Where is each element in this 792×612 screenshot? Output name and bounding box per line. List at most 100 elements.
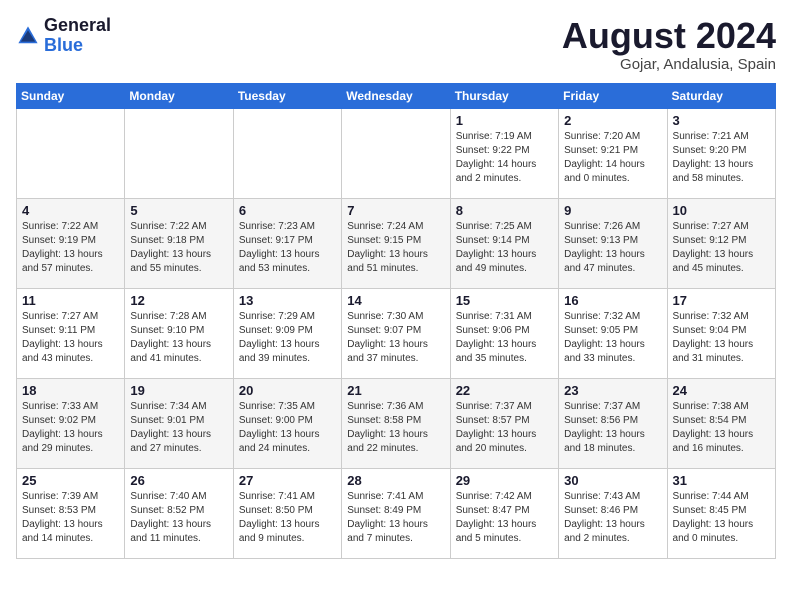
day-info: Sunrise: 7:37 AM Sunset: 8:57 PM Dayligh… bbox=[456, 400, 553, 456]
calendar-cell: 3Sunrise: 7:21 AM Sunset: 9:20 PM Daylig… bbox=[667, 108, 775, 198]
calendar-cell bbox=[125, 108, 233, 198]
day-number: 28 bbox=[347, 473, 444, 488]
calendar-cell: 18 Sunrise: 7:33 AM Sunset: 9:02 PM Dayli… bbox=[17, 378, 125, 468]
day-number: 6 bbox=[239, 203, 336, 218]
calendar-week-row: 11Sunrise: 7:27 AM Sunset: 9:11 PM Dayli… bbox=[17, 288, 776, 378]
calendar-cell: 28 Sunrise: 7:41 AM Sunset: 8:49 PM Dayli… bbox=[342, 468, 450, 558]
day-number: 19 bbox=[130, 383, 227, 398]
day-number: 25 bbox=[22, 473, 119, 488]
day-info: Sunrise: 7:33 AM Sunset: 9:02 PM Dayligh… bbox=[22, 400, 119, 456]
day-info: Sunrise: 7:23 AM Sunset: 9:17 PM Dayligh… bbox=[239, 220, 336, 276]
day-info: Sunrise: 7:22 AM Sunset: 9:19 PM Dayligh… bbox=[22, 220, 119, 276]
calendar-cell: 27Sunrise: 7:41 AM Sunset: 8:50 PM Dayli… bbox=[233, 468, 341, 558]
day-number: 16 bbox=[564, 293, 661, 308]
logo-text: General Blue bbox=[44, 16, 111, 56]
day-info: Sunrise: 7:37 AM Sunset: 8:56 PM Dayligh… bbox=[564, 400, 661, 456]
day-number: 18 bbox=[22, 383, 119, 398]
calendar-cell: 25 Sunrise: 7:39 AM Sunset: 8:53 PM Dayli… bbox=[17, 468, 125, 558]
weekday-header: Wednesday bbox=[342, 83, 450, 108]
day-number: 9 bbox=[564, 203, 661, 218]
day-info: Sunrise: 7:40 AM Sunset: 8:52 PM Dayligh… bbox=[130, 490, 227, 546]
calendar-cell: 29Sunrise: 7:42 AM Sunset: 8:47 PM Dayli… bbox=[450, 468, 558, 558]
weekday-header: Monday bbox=[125, 83, 233, 108]
weekday-header: Tuesday bbox=[233, 83, 341, 108]
page-header: General Blue August 2024 Gojar, Andalusi… bbox=[16, 16, 776, 73]
calendar-cell: 31Sunrise: 7:44 AM Sunset: 8:45 PM Dayli… bbox=[667, 468, 775, 558]
day-number: 20 bbox=[239, 383, 336, 398]
month-title: August 2024 bbox=[562, 16, 776, 56]
day-number: 21 bbox=[347, 383, 444, 398]
calendar-cell: 8Sunrise: 7:25 AM Sunset: 9:14 PM Daylig… bbox=[450, 198, 558, 288]
calendar-cell bbox=[233, 108, 341, 198]
day-info: Sunrise: 7:20 AM Sunset: 9:21 PM Dayligh… bbox=[564, 130, 661, 186]
day-info: Sunrise: 7:24 AM Sunset: 9:15 PM Dayligh… bbox=[347, 220, 444, 276]
calendar-week-row: 4 Sunrise: 7:22 AM Sunset: 9:19 PM Daylig… bbox=[17, 198, 776, 288]
calendar-week-row: 25 Sunrise: 7:39 AM Sunset: 8:53 PM Dayli… bbox=[17, 468, 776, 558]
day-number: 4 bbox=[22, 203, 119, 218]
location: Gojar, Andalusia, Spain bbox=[562, 56, 776, 73]
calendar-cell: 19 Sunrise: 7:34 AM Sunset: 9:01 PM Dayli… bbox=[125, 378, 233, 468]
day-number: 13 bbox=[239, 293, 336, 308]
calendar-cell: 16Sunrise: 7:32 AM Sunset: 9:05 PM Dayli… bbox=[559, 288, 667, 378]
day-info: Sunrise: 7:27 AM Sunset: 9:12 PM Dayligh… bbox=[673, 220, 770, 276]
day-number: 30 bbox=[564, 473, 661, 488]
day-number: 22 bbox=[456, 383, 553, 398]
day-number: 24 bbox=[673, 383, 770, 398]
day-info: Sunrise: 7:39 AM Sunset: 8:53 PM Dayligh… bbox=[22, 490, 119, 546]
day-info: Sunrise: 7:38 AM Sunset: 8:54 PM Dayligh… bbox=[673, 400, 770, 456]
day-number: 8 bbox=[456, 203, 553, 218]
day-number: 29 bbox=[456, 473, 553, 488]
logo-general: General bbox=[44, 16, 111, 36]
calendar-cell: 12 Sunrise: 7:28 AM Sunset: 9:10 PM Dayli… bbox=[125, 288, 233, 378]
calendar-cell: 30Sunrise: 7:43 AM Sunset: 8:46 PM Dayli… bbox=[559, 468, 667, 558]
day-number: 26 bbox=[130, 473, 227, 488]
calendar-cell: 10 Sunrise: 7:27 AM Sunset: 9:12 PM Dayli… bbox=[667, 198, 775, 288]
day-info: Sunrise: 7:44 AM Sunset: 8:45 PM Dayligh… bbox=[673, 490, 770, 546]
weekday-header: Sunday bbox=[17, 83, 125, 108]
day-info: Sunrise: 7:34 AM Sunset: 9:01 PM Dayligh… bbox=[130, 400, 227, 456]
day-number: 10 bbox=[673, 203, 770, 218]
day-number: 2 bbox=[564, 113, 661, 128]
logo-icon bbox=[16, 24, 40, 48]
day-info: Sunrise: 7:31 AM Sunset: 9:06 PM Dayligh… bbox=[456, 310, 553, 366]
day-info: Sunrise: 7:30 AM Sunset: 9:07 PM Dayligh… bbox=[347, 310, 444, 366]
calendar-cell: 20Sunrise: 7:35 AM Sunset: 9:00 PM Dayli… bbox=[233, 378, 341, 468]
calendar-cell: 11Sunrise: 7:27 AM Sunset: 9:11 PM Dayli… bbox=[17, 288, 125, 378]
calendar-cell: 14 Sunrise: 7:30 AM Sunset: 9:07 PM Dayli… bbox=[342, 288, 450, 378]
day-info: Sunrise: 7:26 AM Sunset: 9:13 PM Dayligh… bbox=[564, 220, 661, 276]
calendar-cell: 6 Sunrise: 7:23 AM Sunset: 9:17 PM Daylig… bbox=[233, 198, 341, 288]
day-number: 1 bbox=[456, 113, 553, 128]
calendar-table: SundayMondayTuesdayWednesdayThursdayFrid… bbox=[16, 83, 776, 559]
weekday-header: Saturday bbox=[667, 83, 775, 108]
calendar-cell: 9 Sunrise: 7:26 AM Sunset: 9:13 PM Daylig… bbox=[559, 198, 667, 288]
calendar-cell: 2 Sunrise: 7:20 AM Sunset: 9:21 PM Daylig… bbox=[559, 108, 667, 198]
calendar-cell: 21Sunrise: 7:36 AM Sunset: 8:58 PM Dayli… bbox=[342, 378, 450, 468]
weekday-header: Thursday bbox=[450, 83, 558, 108]
weekday-header: Friday bbox=[559, 83, 667, 108]
calendar-week-row: 18 Sunrise: 7:33 AM Sunset: 9:02 PM Dayli… bbox=[17, 378, 776, 468]
calendar-header: SundayMondayTuesdayWednesdayThursdayFrid… bbox=[17, 83, 776, 108]
day-number: 7 bbox=[347, 203, 444, 218]
calendar-cell: 22 Sunrise: 7:37 AM Sunset: 8:57 PM Dayli… bbox=[450, 378, 558, 468]
day-number: 5 bbox=[130, 203, 227, 218]
day-number: 12 bbox=[130, 293, 227, 308]
calendar-week-row: 1 Sunrise: 7:19 AM Sunset: 9:22 PM Daylig… bbox=[17, 108, 776, 198]
day-info: Sunrise: 7:41 AM Sunset: 8:49 PM Dayligh… bbox=[347, 490, 444, 546]
calendar-cell: 1 Sunrise: 7:19 AM Sunset: 9:22 PM Daylig… bbox=[450, 108, 558, 198]
day-info: Sunrise: 7:28 AM Sunset: 9:10 PM Dayligh… bbox=[130, 310, 227, 366]
day-info: Sunrise: 7:21 AM Sunset: 9:20 PM Dayligh… bbox=[673, 130, 770, 186]
day-number: 23 bbox=[564, 383, 661, 398]
calendar-cell: 15Sunrise: 7:31 AM Sunset: 9:06 PM Dayli… bbox=[450, 288, 558, 378]
calendar-cell: 5Sunrise: 7:22 AM Sunset: 9:18 PM Daylig… bbox=[125, 198, 233, 288]
calendar-cell: 24 Sunrise: 7:38 AM Sunset: 8:54 PM Dayli… bbox=[667, 378, 775, 468]
day-info: Sunrise: 7:27 AM Sunset: 9:11 PM Dayligh… bbox=[22, 310, 119, 366]
calendar-cell bbox=[342, 108, 450, 198]
day-number: 17 bbox=[673, 293, 770, 308]
calendar-cell: 4 Sunrise: 7:22 AM Sunset: 9:19 PM Daylig… bbox=[17, 198, 125, 288]
weekday-row: SundayMondayTuesdayWednesdayThursdayFrid… bbox=[17, 83, 776, 108]
day-info: Sunrise: 7:19 AM Sunset: 9:22 PM Dayligh… bbox=[456, 130, 553, 186]
day-info: Sunrise: 7:41 AM Sunset: 8:50 PM Dayligh… bbox=[239, 490, 336, 546]
day-info: Sunrise: 7:32 AM Sunset: 9:04 PM Dayligh… bbox=[673, 310, 770, 366]
calendar-cell: 7 Sunrise: 7:24 AM Sunset: 9:15 PM Daylig… bbox=[342, 198, 450, 288]
day-number: 14 bbox=[347, 293, 444, 308]
